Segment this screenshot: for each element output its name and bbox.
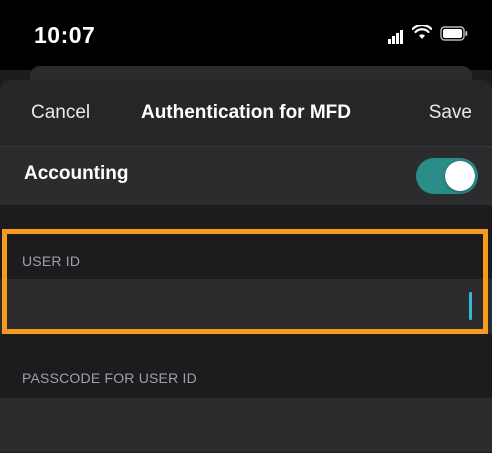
passcode-header-label: PASSCODE FOR USER ID [22, 370, 197, 386]
user-id-input[interactable] [22, 279, 462, 333]
status-time: 10:07 [34, 22, 96, 48]
user-id-header: USER ID [0, 229, 492, 279]
passcode-input[interactable] [22, 398, 462, 452]
app-screen: 10:07 Cancel Authentication for MFD Save… [0, 0, 492, 453]
page-title: Authentication for MFD [140, 102, 352, 123]
user-id-row [0, 279, 492, 333]
text-cursor [469, 292, 472, 320]
passcode-header: PASSCODE FOR USER ID [0, 346, 492, 396]
nav-bar: Cancel Authentication for MFD Save [0, 80, 492, 147]
save-button[interactable]: Save [429, 102, 472, 124]
passcode-row [0, 398, 492, 452]
accounting-row: Accounting [0, 147, 492, 205]
battery-icon [440, 25, 468, 41]
status-bar: 10:07 [0, 0, 492, 70]
user-id-header-label: USER ID [22, 253, 81, 269]
signal-icon [388, 26, 404, 44]
toggle-knob [445, 161, 475, 191]
accounting-label: Accounting [24, 163, 129, 184]
status-icons [388, 25, 468, 44]
accounting-toggle[interactable] [416, 158, 478, 194]
wifi-icon [412, 25, 432, 39]
